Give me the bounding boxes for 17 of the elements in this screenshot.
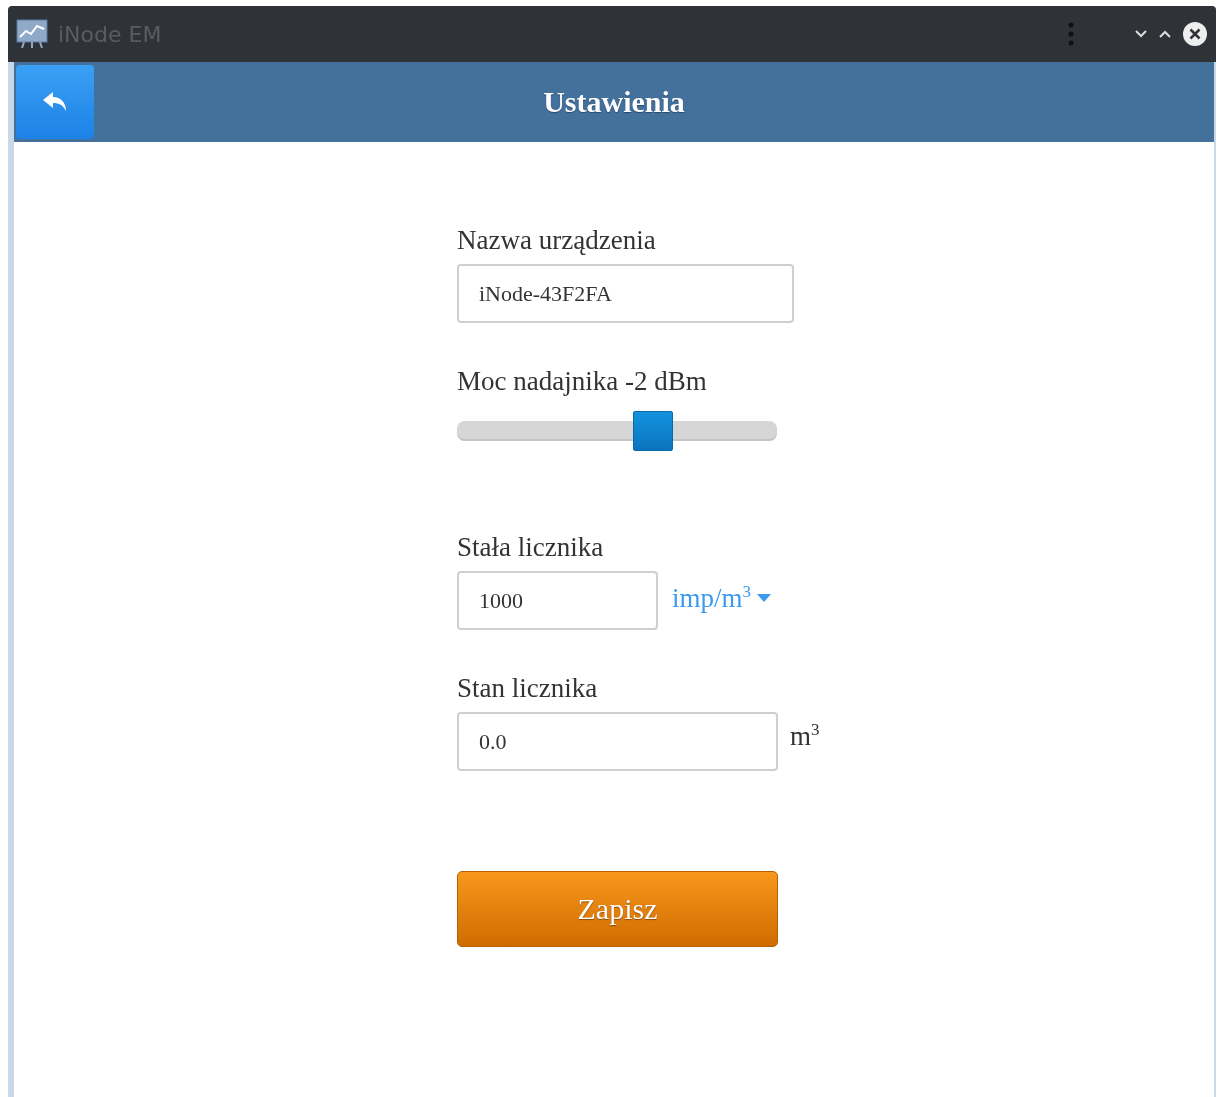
back-button[interactable] — [16, 65, 94, 139]
caret-icon — [757, 593, 771, 602]
field-label: Moc nadajnika -2 dBm — [457, 365, 708, 397]
maximize-icon[interactable] — [1158, 29, 1172, 39]
slider-thumb[interactable] — [633, 411, 674, 451]
unit-label: m$^{3}$ — [790, 720, 820, 752]
device-name-field[interactable]: iNode-43F2FA — [457, 264, 794, 323]
page-title: Ustawienia — [543, 85, 685, 119]
slider[interactable] — [457, 411, 777, 451]
chart-icon — [16, 19, 48, 49]
field-label: Nazwa urządzenia — [457, 224, 657, 256]
meter-constant-field[interactable]: 1000 — [457, 571, 658, 630]
meter-state-field[interactable]: 0.0 — [457, 712, 778, 771]
close-icon[interactable] — [1182, 21, 1208, 47]
field-label: Stan licznika — [457, 672, 599, 704]
minimize-icon[interactable] — [1134, 29, 1148, 39]
field-label: Stała licznika — [457, 531, 605, 563]
